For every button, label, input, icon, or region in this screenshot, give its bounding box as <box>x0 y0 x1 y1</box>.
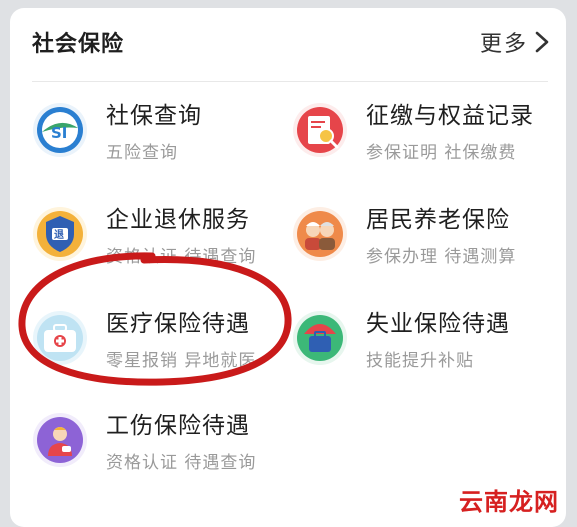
medical-kit-icon <box>33 311 87 365</box>
item-title: 企业退休服务 <box>106 207 250 233</box>
more-link[interactable]: 更多 <box>480 26 552 58</box>
more-label: 更多 <box>479 32 528 57</box>
item-title: 失业保险待遇 <box>366 311 510 337</box>
item-title: 居民养老保险 <box>366 207 510 233</box>
item-subtitle: 参保证明 社保缴费 <box>366 143 517 163</box>
social-insurance-card: 社会保险 更多 SI 社保查询 五险查询 征缴与权益记录 参保证明 社保缴费 退… <box>10 8 566 527</box>
item-subtitle: 资格认证 待遇查询 <box>106 247 257 267</box>
elderly-couple-icon <box>293 207 347 261</box>
item-title: 医疗保险待遇 <box>106 311 250 337</box>
service-unemployment-insurance[interactable]: 失业保险待遇 技能提升补贴 <box>270 304 520 394</box>
retire-badge-icon: 退 <box>33 207 87 261</box>
card-title: 社会保险 <box>32 32 125 57</box>
watermark-logo: 云南龙网 <box>459 488 559 516</box>
svg-text:退: 退 <box>54 229 64 241</box>
item-subtitle: 参保办理 待遇测算 <box>366 247 517 267</box>
service-resident-pension[interactable]: 居民养老保险 参保办理 待遇测算 <box>270 200 520 290</box>
item-title: 征缴与权益记录 <box>366 103 534 129</box>
header-divider <box>32 81 548 82</box>
svg-text:SI: SI <box>51 124 67 142</box>
si-logo-icon: SI <box>33 103 87 157</box>
umbrella-bag-icon <box>293 311 347 365</box>
item-subtitle: 五险查询 <box>106 143 178 163</box>
item-subtitle: 资格认证 待遇查询 <box>106 453 257 473</box>
service-social-security-query[interactable]: SI 社保查询 五险查询 <box>10 96 260 186</box>
chevron-right-icon <box>535 31 549 53</box>
service-enterprise-retirement[interactable]: 退 企业退休服务 资格认证 待遇查询 <box>10 200 260 290</box>
card-header: 社会保险 更多 <box>10 8 566 80</box>
service-contribution-records[interactable]: 征缴与权益记录 参保证明 社保缴费 <box>270 96 533 186</box>
service-medical-insurance[interactable]: 医疗保险待遇 零星报销 异地就医 <box>10 304 260 394</box>
item-subtitle: 技能提升补贴 <box>366 351 474 371</box>
item-title: 工伤保险待遇 <box>106 413 250 439</box>
injured-worker-icon <box>33 413 87 467</box>
record-search-icon <box>293 103 347 157</box>
item-title: 社保查询 <box>106 103 202 129</box>
service-work-injury-insurance[interactable]: 工伤保险待遇 资格认证 待遇查询 <box>10 406 260 496</box>
item-subtitle: 零星报销 异地就医 <box>106 351 257 371</box>
